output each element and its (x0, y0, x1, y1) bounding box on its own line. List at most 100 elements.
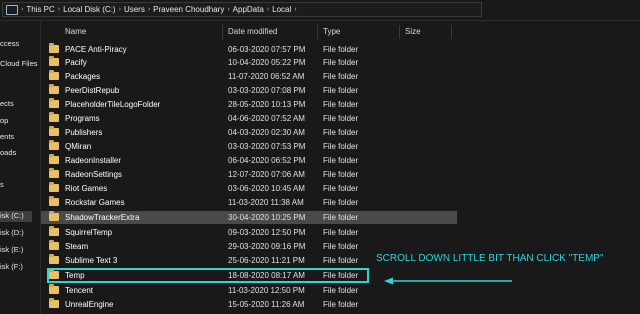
file-name: PeerDistRepub (65, 86, 120, 95)
file-name: QMiran (65, 142, 92, 151)
file-row[interactable]: UnrealEngine 15-05-2020 11:26 AM File fold… (41, 298, 457, 311)
crumb-this-pc[interactable]: This PC (26, 5, 54, 14)
nav-item-downloads[interactable]: oads (0, 148, 40, 159)
file-name: UnrealEngine (65, 300, 114, 309)
chevron-right-icon: › (118, 6, 121, 13)
folder-icon (49, 70, 59, 80)
folder-icon (49, 196, 59, 206)
file-name: PlaceholderTileLogoFolder (65, 100, 161, 109)
nav-item-videos[interactable]: s (0, 180, 40, 191)
folder-icon (49, 254, 59, 264)
nav-item-desktop[interactable]: op (0, 116, 40, 127)
file-name: RadeonInstaller (65, 156, 122, 165)
folder-icon (49, 298, 59, 308)
file-type: File folder (323, 72, 359, 81)
file-type: File folder (323, 286, 359, 295)
file-date: 15-05-2020 11:26 AM (228, 300, 305, 309)
chevron-right-icon: › (21, 6, 24, 13)
file-row[interactable]: Packages 11-07-2020 06:52 AM File folder (41, 70, 457, 83)
file-date: 11-03-2020 11:38 AM (228, 198, 304, 207)
crumb-local[interactable]: Local (272, 5, 291, 14)
file-date: 10-04-2020 05:22 PM (228, 58, 306, 67)
column-date-header[interactable]: Date modified (228, 27, 277, 36)
file-row[interactable]: RadeonInstaller 06-04-2020 06:52 PM File f… (41, 154, 457, 167)
file-row[interactable]: Steam 29-03-2020 09:16 PM File folder (41, 240, 457, 253)
folder-icon (49, 126, 59, 136)
file-type: File folder (323, 170, 359, 179)
file-row[interactable]: PlaceholderTileLogoFolder 28-05-2020 10:1… (41, 98, 457, 111)
crumb-appdata[interactable]: AppData (233, 5, 264, 14)
file-date: 03-06-2020 10:45 AM (228, 184, 305, 193)
column-divider[interactable] (317, 25, 318, 39)
file-date: 09-03-2020 12:50 PM (228, 228, 306, 237)
nav-item-cloud-files[interactable]: Cloud Files (0, 59, 40, 70)
file-name: Publishers (65, 128, 103, 137)
folder-icon (49, 43, 59, 53)
column-size-header[interactable]: Size (405, 27, 421, 36)
annotation-text: SCROLL DOWN LITTLE BIT THAN CLICK "TEMP" (376, 253, 604, 264)
crumb-local-disk[interactable]: Local Disk (C:) (63, 5, 115, 14)
nav-item-quick-access[interactable]: ccess (0, 39, 40, 50)
column-divider[interactable] (399, 25, 400, 39)
nav-item-disk-e[interactable]: isk (E:) (0, 245, 40, 256)
this-pc-icon (6, 4, 18, 15)
file-date: 06-03-2020 07:57 PM (228, 45, 306, 54)
crumb-users[interactable]: Users (124, 5, 145, 14)
folder-icon (49, 112, 59, 122)
nav-item-disk-d[interactable]: isk (D:) (0, 228, 40, 239)
nav-item-objects[interactable]: ects (0, 99, 40, 110)
file-type: File folder (323, 86, 359, 95)
address-breadcrumb[interactable]: › This PC › Local Disk (C:) › Users › Pr… (2, 2, 482, 17)
file-date: 06-04-2020 06:52 PM (228, 156, 306, 165)
file-row[interactable]: PeerDistRepub 03-03-2020 07:08 PM File fol… (41, 84, 457, 97)
file-row[interactable]: Riot Games 03-06-2020 10:45 AM File folder (41, 182, 457, 195)
file-row[interactable]: SquirrelTemp 09-03-2020 12:50 PM File fold… (41, 226, 457, 239)
file-date: 11-03-2020 12:50 PM (228, 286, 305, 295)
column-name-header[interactable]: Name (65, 27, 86, 36)
file-date: 03-03-2020 07:08 PM (228, 86, 306, 95)
file-row-hovered[interactable]: ShadowTrackerExtra 30-04-2020 10:25 PM Fil… (41, 211, 457, 224)
chevron-right-icon: › (57, 6, 61, 13)
file-type: File folder (323, 58, 359, 67)
nav-item-disk-f[interactable]: isk (F:) (0, 262, 40, 273)
file-type: File folder (323, 300, 359, 309)
file-row[interactable]: PACE Anti-Piracy 06-03-2020 07:57 PM File … (41, 43, 457, 56)
address-bar[interactable]: › This PC › Local Disk (C:) › Users › Pr… (0, 0, 640, 21)
chevron-right-icon: › (227, 6, 230, 13)
file-date: 29-03-2020 09:16 PM (228, 242, 306, 251)
file-row[interactable]: Tencent 11-03-2020 12:50 PM File folder (41, 284, 457, 297)
file-type: File folder (323, 213, 359, 222)
file-name: PACE Anti-Piracy (65, 45, 127, 54)
chevron-right-icon: › (147, 6, 151, 13)
file-date: 25-06-2020 11:21 PM (228, 256, 305, 265)
nav-item-documents[interactable]: ents (0, 132, 40, 143)
crumb-user[interactable]: Praveen Choudhary (153, 5, 224, 14)
file-name: Tencent (65, 286, 94, 295)
file-type: File folder (323, 128, 359, 137)
column-type-header[interactable]: Type (323, 27, 340, 36)
column-divider[interactable] (222, 25, 223, 39)
file-row[interactable]: Publishers 04-03-2020 02:30 AM File folder (41, 126, 457, 139)
file-type: File folder (323, 242, 359, 251)
file-row[interactable]: QMiran 03-03-2020 07:53 PM File folder (41, 140, 457, 153)
file-date: 12-07-2020 07:06 AM (228, 170, 305, 179)
column-header: Name Date modified Type Size (41, 25, 452, 39)
chevron-right-icon: › (266, 6, 270, 13)
file-row[interactable]: RadeonSettings 12-07-2020 07:06 AM File fo… (41, 168, 457, 181)
file-row[interactable]: Rockstar Games 11-03-2020 11:38 AM File fo… (41, 196, 457, 209)
folder-icon (49, 154, 59, 164)
file-row[interactable]: Programs 04-06-2020 07:52 AM File folder (41, 112, 457, 125)
column-divider[interactable] (451, 25, 452, 39)
file-type: File folder (323, 228, 359, 237)
temp-highlight-box (47, 268, 369, 283)
nav-item-disk-c[interactable]: isk (C:) (0, 211, 32, 222)
file-row[interactable]: Pacify 10-04-2020 05:22 PM File folder (41, 56, 457, 69)
file-date: 30-04-2020 10:25 PM (228, 213, 306, 222)
file-type: File folder (323, 156, 359, 165)
file-name: RadeonSettings (65, 170, 122, 179)
file-name: Programs (65, 114, 100, 123)
file-name: ShadowTrackerExtra (65, 213, 140, 222)
folder-icon (49, 56, 59, 66)
file-type: File folder (323, 100, 359, 109)
file-name: Sublime Text 3 (65, 256, 118, 265)
